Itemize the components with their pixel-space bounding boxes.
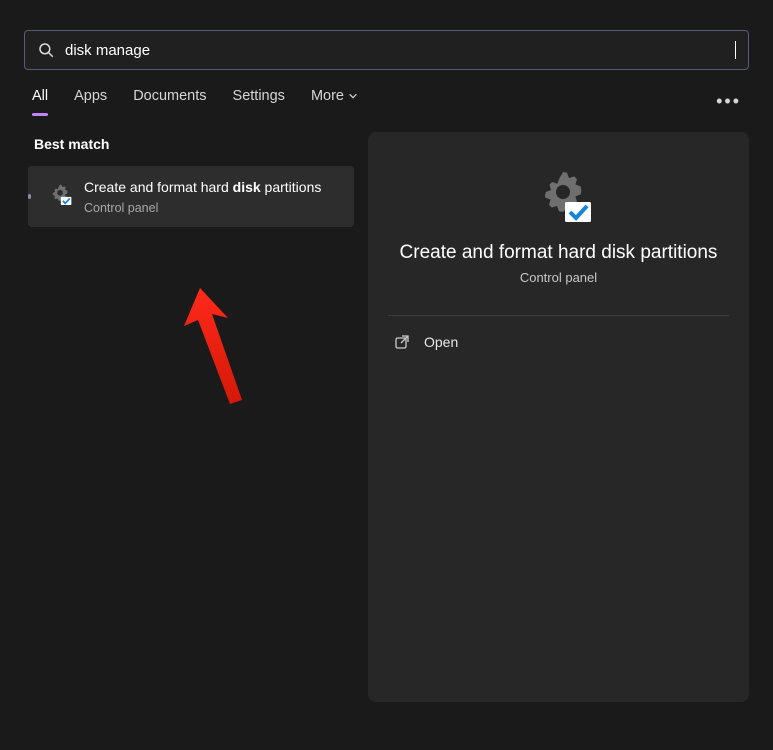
text-cursor bbox=[735, 41, 736, 59]
search-bar[interactable]: disk manage bbox=[24, 30, 749, 70]
tab-more-label: More bbox=[311, 88, 344, 104]
result-text: Create and format hard disk partitions C… bbox=[84, 178, 342, 215]
tab-all[interactable]: All bbox=[32, 88, 48, 114]
preview-panel: Create and format hard disk partitions C… bbox=[368, 132, 749, 702]
result-title: Create and format hard disk partitions bbox=[84, 178, 342, 198]
search-input[interactable]: disk manage bbox=[65, 42, 737, 59]
content-area: Best match Create and format hard disk p… bbox=[0, 114, 773, 702]
result-subtitle: Control panel bbox=[84, 201, 342, 215]
results-column: Best match Create and format hard disk p… bbox=[28, 132, 354, 702]
search-icon bbox=[37, 41, 55, 59]
tab-more[interactable]: More bbox=[311, 88, 358, 114]
result-item-disk-management[interactable]: Create and format hard disk partitions C… bbox=[28, 166, 354, 227]
best-match-label: Best match bbox=[34, 136, 354, 152]
open-label: Open bbox=[424, 334, 458, 350]
tab-documents[interactable]: Documents bbox=[133, 88, 206, 114]
tab-apps[interactable]: Apps bbox=[74, 88, 107, 114]
tab-settings[interactable]: Settings bbox=[233, 88, 285, 114]
gear-check-icon-large bbox=[531, 168, 587, 224]
open-action[interactable]: Open bbox=[368, 316, 749, 368]
more-options-button[interactable]: ••• bbox=[716, 91, 749, 112]
preview-title: Create and format hard disk partitions bbox=[398, 242, 719, 264]
preview-subtitle: Control panel bbox=[398, 270, 719, 285]
tabs-row: All Apps Documents Settings More ••• bbox=[0, 70, 773, 114]
preview-header: Create and format hard disk partitions C… bbox=[368, 132, 749, 285]
chevron-down-icon bbox=[348, 91, 358, 101]
open-external-icon bbox=[394, 334, 410, 350]
gear-check-icon bbox=[46, 182, 74, 210]
